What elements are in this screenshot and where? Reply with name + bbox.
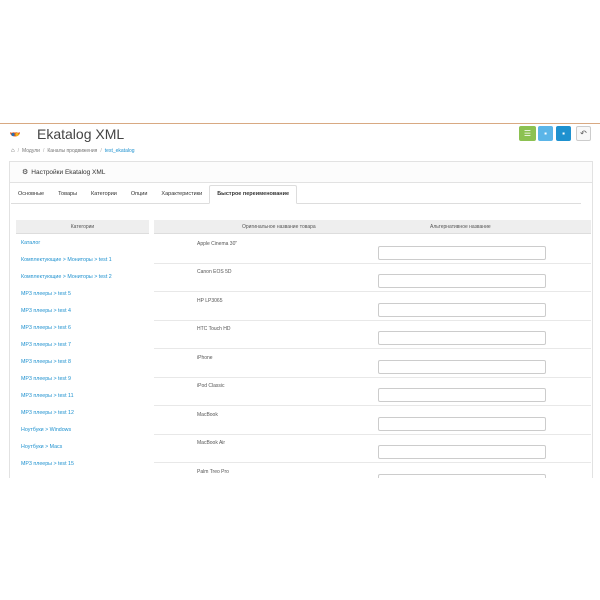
category-link[interactable]: MP3 плееры > test 7 — [21, 342, 71, 348]
table-row: iPod Classic — [154, 377, 591, 406]
back-button[interactable]: ↶ — [576, 126, 591, 141]
tab-options[interactable]: Опции — [124, 191, 155, 203]
product-name: HTC Touch HD — [197, 326, 231, 332]
category-link[interactable]: MP3 плееры > test 5 — [21, 291, 71, 297]
save-button[interactable]: ▪ — [538, 126, 553, 141]
gear-icon: ⚙ — [22, 169, 29, 176]
breadcrumb-separator: / — [17, 148, 20, 154]
category-link[interactable]: MP3 плееры > test 15 — [21, 461, 74, 467]
tab-quick-rename[interactable]: Быстрое переименование — [209, 185, 298, 204]
panel-title: Настройки Ekatalog XML — [31, 168, 106, 176]
category-link[interactable]: MP3 плееры > test 6 — [21, 325, 71, 331]
save-stay-button[interactable]: ▪ — [556, 126, 571, 141]
alternative-name-input[interactable] — [378, 388, 546, 402]
category-link[interactable]: Каталог — [21, 240, 40, 246]
table-row: MacBook — [154, 406, 591, 435]
category-link[interactable]: MP3 плееры > test 9 — [21, 376, 71, 382]
page-title: Ekatalog XML — [37, 126, 125, 142]
screenshot-crop-area — [0, 478, 600, 600]
home-icon[interactable]: ⌂ — [11, 148, 15, 154]
save-icon: ▪ — [544, 129, 547, 138]
breadcrumb-item-current[interactable]: test_ekatalog — [105, 148, 135, 154]
category-link[interactable]: Комплектующие > Мониторы > test 1 — [21, 257, 112, 263]
product-name: iPod Classic — [197, 383, 225, 389]
product-name: Apple Cinema 30" — [197, 241, 238, 247]
category-link[interactable]: Комплектующие > Мониторы > test 2 — [21, 274, 112, 280]
category-link[interactable]: MP3 плееры > test 12 — [21, 410, 74, 416]
breadcrumb-separator: / — [42, 148, 45, 154]
opencart-logo-icon — [10, 132, 20, 137]
category-link[interactable]: Ноутбуки > Windows — [21, 427, 71, 433]
panel-heading: ⚙ Настройки Ekatalog XML — [10, 162, 592, 183]
tab-attributes[interactable]: Характеристики — [154, 191, 209, 203]
list-icon: ☰ — [523, 129, 532, 138]
table-row: HTC Touch HD — [154, 320, 591, 349]
product-name: HP LP3065 — [197, 298, 223, 304]
tab-categories[interactable]: Категории — [84, 191, 124, 203]
alternative-name-input[interactable] — [378, 445, 546, 459]
category-link[interactable]: MP3 плееры > test 11 — [21, 393, 74, 399]
alternative-name-input[interactable] — [378, 417, 546, 431]
table-row: Canon EOS 5D — [154, 263, 591, 292]
product-name: Palm Treo Pro — [197, 469, 229, 475]
save-icon: ▪ — [562, 129, 565, 138]
table-row: MacBook Air — [154, 434, 591, 463]
categories-header: Категории — [16, 220, 149, 234]
products-table-header: Оригинальное название товара Альтернатив… — [154, 220, 591, 234]
breadcrumb-item[interactable]: Каналы продвижения — [47, 148, 97, 154]
reply-icon: ↶ — [580, 129, 587, 138]
column-header-alternative: Альтернативное название — [430, 224, 491, 230]
category-link[interactable]: MP3 плееры > test 4 — [21, 308, 71, 314]
table-row: Apple Cinema 30" — [154, 235, 591, 264]
alternative-name-input[interactable] — [378, 360, 546, 374]
breadcrumb-item[interactable]: Модули — [22, 148, 40, 154]
tab-bar: Основные Товары Категории Опции Характер… — [11, 185, 581, 204]
product-name: iPhone — [197, 355, 213, 361]
breadcrumb: ⌂ / Модули / Каналы продвижения / test_e… — [11, 148, 135, 154]
alternative-name-input[interactable] — [378, 331, 546, 345]
alternative-name-input[interactable] — [378, 274, 546, 288]
alternative-name-input[interactable] — [378, 246, 546, 260]
category-link[interactable]: MP3 плееры > test 8 — [21, 359, 71, 365]
product-name: MacBook — [197, 412, 218, 418]
tab-general[interactable]: Основные — [11, 191, 51, 203]
alternative-name-input[interactable] — [378, 303, 546, 317]
list-button[interactable]: ☰ — [519, 126, 536, 141]
top-divider — [0, 123, 600, 124]
tab-products[interactable]: Товары — [51, 191, 84, 203]
product-name: Canon EOS 5D — [197, 269, 232, 275]
table-row: HP LP3065 — [154, 292, 591, 321]
column-header-original: Оригинальное название товара — [242, 224, 316, 230]
table-row: iPhone — [154, 349, 591, 378]
product-name: MacBook Air — [197, 440, 226, 446]
breadcrumb-separator: / — [100, 148, 102, 154]
category-link[interactable]: Ноутбуки > Macs — [21, 444, 62, 450]
